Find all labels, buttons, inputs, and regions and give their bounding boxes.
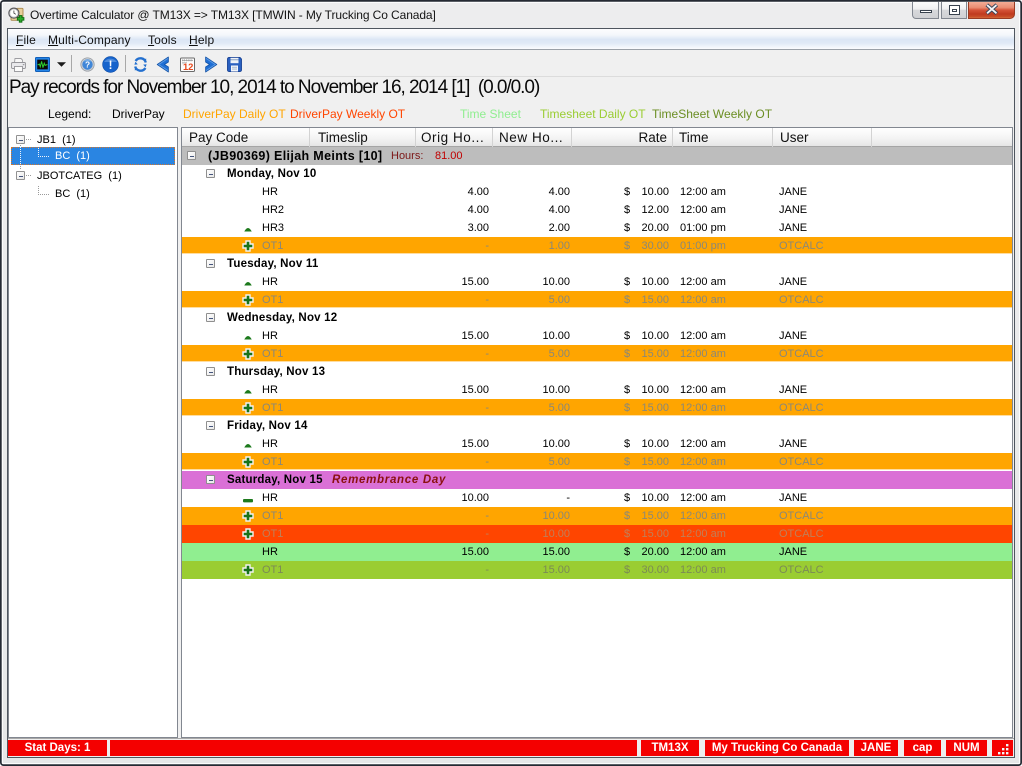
svg-text:12: 12 <box>183 61 193 72</box>
svg-text:!: ! <box>109 60 113 72</box>
svg-text:?: ? <box>85 60 90 70</box>
